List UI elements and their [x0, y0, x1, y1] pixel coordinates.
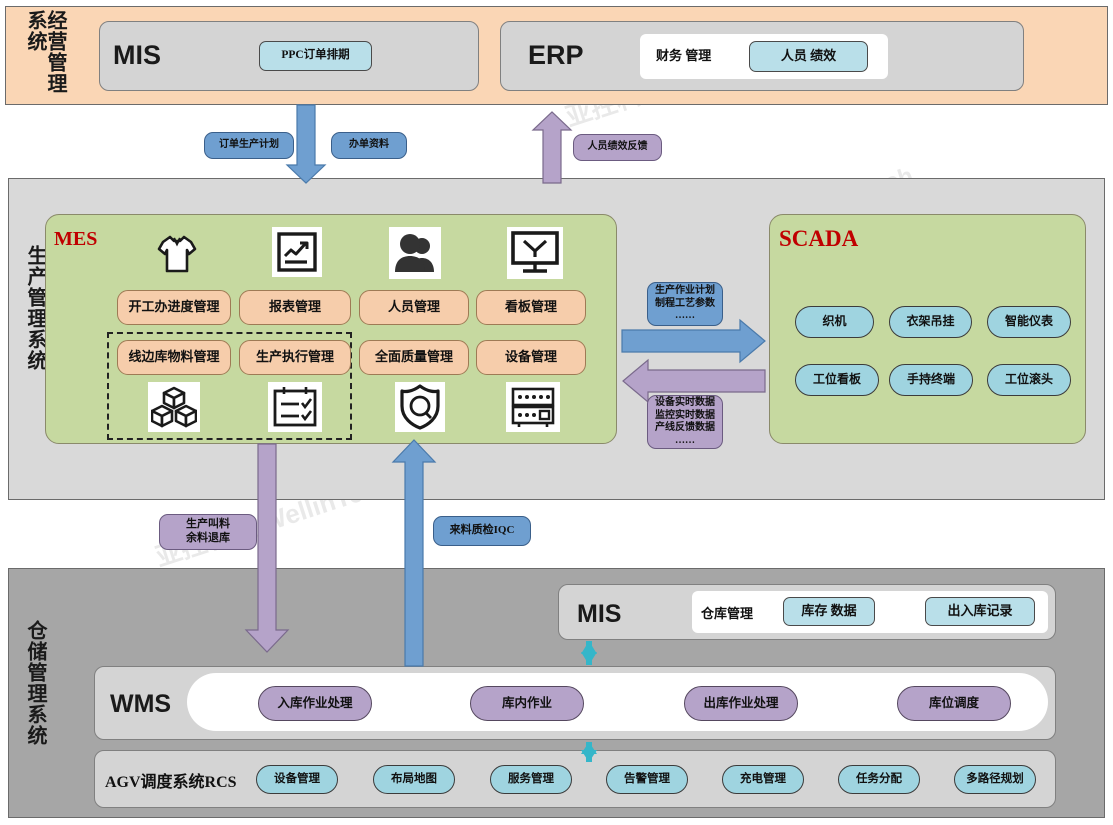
mes-module-line-side-material[interactable]: 线边库物料管理: [117, 340, 231, 375]
people-icon: [389, 227, 441, 279]
diagram-canvas: WellinTech 亚控科技 WellinTech 亚控科技 WellinTe…: [0, 0, 1113, 825]
flow-line: 设备实时数据: [655, 397, 715, 408]
flow-line: 生产叫料: [186, 518, 230, 531]
flow-line: ……: [675, 434, 695, 446]
boxes-icon: [148, 382, 200, 432]
flow-label-mes-to-wms: 生产叫料 余料退库: [159, 514, 257, 550]
warehouse-mis-title: MIS: [577, 600, 622, 628]
business-mis-title: MIS: [113, 40, 162, 70]
quality-shield-icon: [395, 382, 445, 432]
wms-module-internal-ops[interactable]: 库内作业: [470, 686, 584, 721]
flow-label-hr-feedback: 人员绩效反馈: [573, 134, 662, 161]
rcs-module-task-allocation[interactable]: 任务分配: [838, 765, 920, 794]
scada-module-handheld[interactable]: 手持终端: [889, 364, 973, 396]
flow-label-order-data: 办单资料: [331, 132, 407, 159]
machine-icon: [506, 382, 560, 432]
erp-finance-label: 财务 管理: [656, 48, 712, 63]
rcs-module-equipment[interactable]: 设备管理: [256, 765, 338, 794]
rcs-module-service[interactable]: 服务管理: [490, 765, 572, 794]
flow-label-scada-to-mes: 设备实时数据 监控实时数据 产线反馈数据 ……: [647, 395, 723, 449]
wms-module-location-dispatch[interactable]: 库位调度: [897, 686, 1011, 721]
wms-module-outbound[interactable]: 出库作业处理: [684, 686, 798, 721]
scada-module-hanger[interactable]: 衣架吊挂: [889, 306, 972, 338]
rcs-module-multipath-planning[interactable]: 多路径规划: [954, 765, 1036, 794]
flow-label-wms-to-mes: 来料质检IQC: [433, 516, 531, 546]
mes-module-equipment[interactable]: 设备管理: [476, 340, 586, 375]
flow-line: ……: [675, 310, 695, 322]
module-ppc-order-schedule[interactable]: PPC订单排期: [259, 41, 372, 71]
business-erp-title: ERP: [528, 40, 584, 70]
wms-title: WMS: [110, 690, 172, 718]
mes-module-startup-progress[interactable]: 开工办进度管理: [117, 290, 231, 325]
rcs-title: AGV调度系统RCS: [105, 774, 237, 791]
module-personnel-performance[interactable]: 人员 绩效: [749, 41, 868, 72]
mes-module-report[interactable]: 报表管理: [239, 290, 351, 325]
chart-report-icon: [272, 227, 322, 277]
mes-module-kanban[interactable]: 看板管理: [476, 290, 586, 325]
monitor-icon: [507, 227, 563, 279]
scada-module-station-roller[interactable]: 工位滚头: [987, 364, 1071, 396]
scada-module-station-kanban[interactable]: 工位看板: [795, 364, 879, 396]
mes-module-production-execution[interactable]: 生产执行管理: [239, 340, 351, 375]
flow-label-mes-to-scada: 生产作业计划 制程工艺参数 ……: [647, 282, 723, 326]
mes-module-personnel[interactable]: 人员管理: [359, 290, 469, 325]
rcs-module-layout-map[interactable]: 布局地图: [373, 765, 455, 794]
business-layer-side-label: 经营管理系统: [24, 10, 66, 94]
scada-module-smart-meter[interactable]: 智能仪表: [987, 306, 1071, 338]
production-layer-side-label: 生产管理系统: [24, 245, 46, 371]
wms-module-inbound[interactable]: 入库作业处理: [258, 686, 372, 721]
module-inout-records[interactable]: 出入库记录: [925, 597, 1035, 626]
mes-tag: MES: [54, 228, 98, 250]
scada-tag: SCADA: [779, 226, 859, 251]
warehouse-layer-side-label: 仓储管理系统: [24, 620, 46, 746]
rcs-module-alarm[interactable]: 告警管理: [606, 765, 688, 794]
flow-line: 生产作业计划: [655, 285, 715, 297]
flow-label-order-plan: 订单生产计划: [204, 132, 294, 159]
rcs-module-charging[interactable]: 充电管理: [722, 765, 804, 794]
checklist-icon: [268, 382, 322, 432]
tshirt-icon: [151, 227, 203, 279]
flow-line: 产线反馈数据: [655, 422, 715, 433]
mes-module-total-quality[interactable]: 全面质量管理: [359, 340, 469, 375]
module-inventory-data[interactable]: 库存 数据: [783, 597, 875, 626]
scada-module-loom[interactable]: 织机: [795, 306, 874, 338]
flow-line: 监控实时数据: [655, 409, 715, 421]
flow-line: 余料退库: [186, 532, 230, 544]
flow-line: 制程工艺参数: [655, 297, 715, 309]
warehouse-label: 仓库管理: [701, 606, 754, 621]
